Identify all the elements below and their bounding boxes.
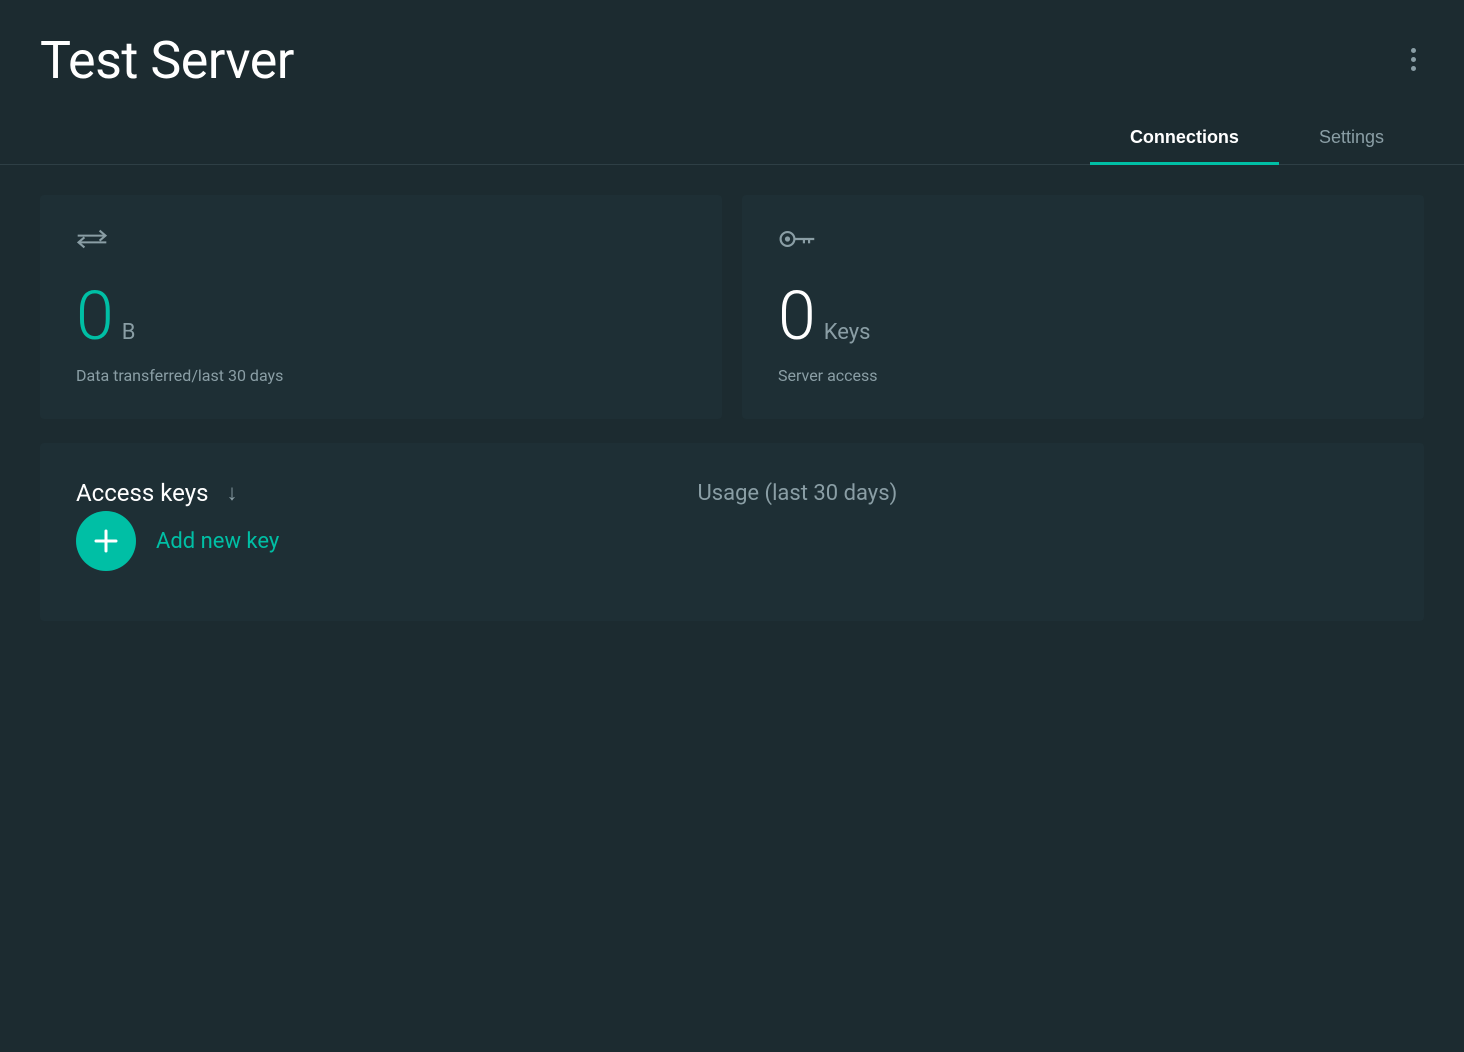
data-transferred-card: 0 B Data transferred/last 30 days xyxy=(40,195,722,419)
arrows-icon xyxy=(76,227,108,251)
page-header: Test Server xyxy=(0,0,1464,111)
page-title: Test Server xyxy=(40,30,294,91)
data-transferred-value: 0 xyxy=(76,282,114,350)
more-options-button[interactable] xyxy=(1403,40,1424,79)
dot2 xyxy=(1411,57,1416,62)
key-icon-wrapper xyxy=(778,225,1388,258)
stats-row: 0 B Data transferred/last 30 days xyxy=(40,195,1424,419)
tab-connections[interactable]: Connections xyxy=(1090,111,1279,164)
dot3 xyxy=(1411,66,1416,71)
content-area: 0 B Data transferred/last 30 days xyxy=(0,165,1464,651)
transfer-icon xyxy=(76,225,686,258)
tab-settings[interactable]: Settings xyxy=(1279,111,1424,164)
usage-header: Usage (last 30 days) xyxy=(697,481,897,506)
access-keys-title: Access keys xyxy=(76,479,208,507)
key-icon xyxy=(778,225,816,258)
dot1 xyxy=(1411,48,1416,53)
server-access-card: 0 Keys Server access xyxy=(742,195,1424,419)
access-keys-header: Access keys ↓ Usage (last 30 days) xyxy=(76,479,1388,507)
server-access-value-row: 0 Keys xyxy=(778,282,1388,350)
access-keys-section: Access keys ↓ Usage (last 30 days) Add n… xyxy=(40,443,1424,621)
server-access-unit: Keys xyxy=(824,320,871,345)
add-key-row: Add new key xyxy=(76,511,1388,571)
add-new-key-button[interactable] xyxy=(76,511,136,571)
tabs-container: Connections Settings xyxy=(0,111,1464,165)
data-transferred-label: Data transferred/last 30 days xyxy=(76,366,686,385)
data-transferred-unit: B xyxy=(122,320,136,345)
data-transferred-value-row: 0 B xyxy=(76,282,686,350)
access-keys-header-left: Access keys ↓ xyxy=(76,479,237,507)
add-key-label[interactable]: Add new key xyxy=(156,529,279,554)
server-access-value: 0 xyxy=(778,282,816,350)
sort-icon[interactable]: ↓ xyxy=(226,480,237,506)
plus-icon xyxy=(92,527,120,555)
server-access-label: Server access xyxy=(778,366,1388,385)
